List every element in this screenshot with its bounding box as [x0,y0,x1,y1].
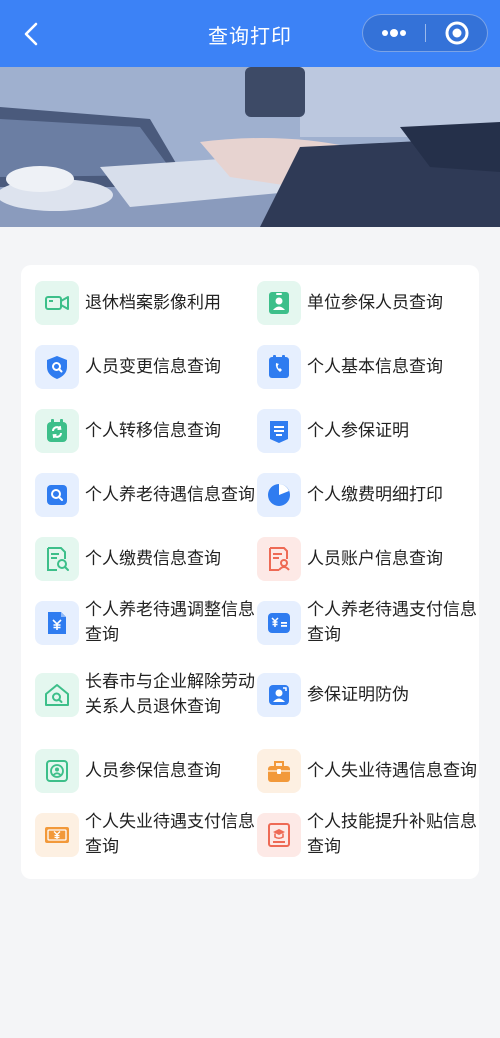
mini-program-capsule [362,14,488,52]
menu-item-label: 人员参保信息查询 [85,760,221,781]
menu-item[interactable]: 个人养老待遇支付信息查询 [257,595,477,651]
anti-counterfeit-icon [269,685,289,705]
menu-item-label: 个人基本信息查询 [307,356,443,377]
menu-item[interactable]: 人员账户信息查询 [257,531,477,587]
menu-item[interactable]: 个人失业待遇信息查询 [257,743,477,799]
menu-item[interactable]: 个人缴费信息查询 [35,531,255,587]
menu-item-label: 个人转移信息查询 [85,420,221,441]
menu-item[interactable]: 长春市与企业解除劳动关系人员退休查询 [35,667,255,723]
menu-item-label: 个人缴费信息查询 [85,548,221,569]
menu-item-label: 长春市与企业解除劳动关系人员退休查询 [85,672,255,717]
menu-item-label: 人员变更信息查询 [85,356,221,377]
pie-chart-icon [268,484,290,506]
menu-item-label: 个人养老待遇调整信息查询 [85,600,255,645]
menu-item[interactable]: 退休档案影像利用 [35,275,255,331]
graduation-cap-icon [268,823,290,847]
menu-item-label: 单位参保人员查询 [307,292,443,313]
menu-item-label: 个人失业待遇支付信息查询 [85,812,255,857]
video-camera-icon [45,296,69,310]
account-document-icon [269,547,290,571]
menu-item-label: 参保证明防伪 [307,684,409,705]
payment-search-icon [47,547,69,571]
menu-item-label: 个人技能提升补贴信息查询 [307,812,477,857]
id-badge-icon [269,292,289,314]
transfer-refresh-icon [47,419,67,442]
yuan-payment-icon [268,613,290,633]
menu-item[interactable]: 个人技能提升补贴信息查询 [257,807,477,863]
menu-item[interactable]: 个人参保证明 [257,403,477,459]
menu-item[interactable]: 个人失业待遇支付信息查询 [35,807,255,863]
certificate-icon [270,421,288,443]
menu-item[interactable]: 人员参保信息查询 [35,743,255,799]
close-mini-program-button[interactable] [426,15,488,51]
more-dots-icon [382,29,406,37]
menu-item[interactable]: 个人转移信息查询 [35,403,255,459]
banner-image [0,67,500,227]
menu-item-label: 个人失业待遇信息查询 [307,760,477,781]
yuan-document-icon [48,612,66,634]
menu-item-label: 个人缴费明细打印 [307,484,443,505]
menu-item-label: 个人参保证明 [307,420,409,441]
menu-item[interactable]: 个人养老待遇调整信息查询 [35,595,255,651]
menu-item-label: 个人养老待遇支付信息查询 [307,600,477,645]
menu-item[interactable]: 个人养老待遇信息查询 [35,467,255,523]
menu-item[interactable]: 单位参保人员查询 [257,275,477,331]
office-desk-illustration [0,67,500,227]
contact-phone-icon [269,355,289,378]
briefcase-icon [268,761,290,782]
banknote-icon [45,827,69,843]
search-document-icon [47,485,67,505]
more-options-button[interactable] [363,15,425,51]
query-menu-card: 退休档案影像利用 单位参保人员查询 人员变更信息查询 个人基本信息查询 个人转移… [21,265,479,879]
shield-search-icon [47,356,67,379]
menu-item-label: 人员账户信息查询 [307,548,443,569]
menu-item[interactable]: 人员变更信息查询 [35,339,255,395]
menu-item-label: 个人养老待遇信息查询 [85,484,255,505]
home-search-icon [45,684,69,706]
menu-item-label: 退休档案影像利用 [85,292,221,313]
target-circle-icon [445,21,469,45]
menu-item[interactable]: 参保证明防伪 [257,667,477,723]
menu-item[interactable]: 个人缴费明细打印 [257,467,477,523]
user-profile-icon [46,760,68,782]
nav-bar: 查询打印 [0,0,500,67]
menu-item[interactable]: 个人基本信息查询 [257,339,477,395]
